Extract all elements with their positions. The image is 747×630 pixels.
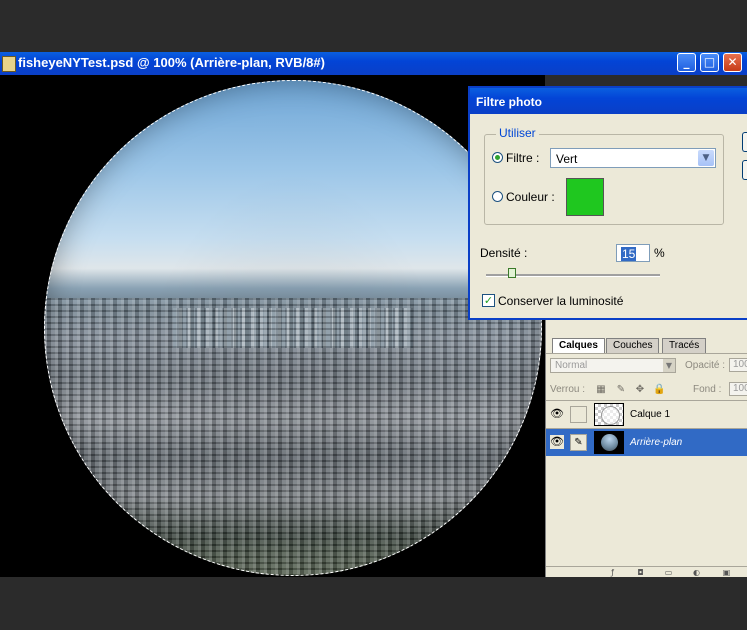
chevron-down-icon[interactable]: ▼ [698,150,714,166]
density-unit: % [654,246,665,260]
ok-button[interactable] [742,132,747,152]
desktop-bottom-area [0,577,747,630]
cancel-button[interactable] [742,160,747,180]
eye-icon[interactable]: 👁 [550,407,564,421]
photo-filter-dialog: Filtre photo Utiliser Filtre : Vert ▼ Co… [468,86,747,320]
layers-panel-footer: ƒ ◘ ▭ ◐ ▣ [546,566,747,577]
layer-name: Calque 1 [630,409,671,420]
maximize-button[interactable]: □ [700,53,719,72]
tab-channels[interactable]: Couches [606,338,660,353]
opacity-label: Opacité : [685,360,726,371]
opacity-input[interactable]: 100 [729,358,747,372]
eye-icon[interactable]: 👁 [550,435,564,449]
fill-label: Fond : [693,384,722,395]
document-canvas[interactable] [0,75,545,577]
brush-icon[interactable]: ✎ [570,434,587,451]
filter-radio-label: Filtre : [506,151,540,165]
layer-thumbnail [594,403,624,426]
lock-position-icon[interactable]: ✥ [634,384,646,396]
close-button[interactable]: ✕ [723,53,742,72]
lock-brush-icon[interactable]: ✎ [615,384,627,396]
psd-file-icon [2,56,16,72]
layer-style-icon[interactable]: ƒ [608,568,617,577]
desktop-top-area [0,0,747,52]
layer-mask-icon[interactable]: ◘ [636,568,645,577]
layer-thumbnail [594,431,624,454]
tab-divider [546,353,747,354]
layers-panel: Calques Couches Tracés Normal ▼ Opacité … [545,320,747,577]
filter-radio[interactable] [492,152,503,163]
preserve-luminosity-checkbox[interactable]: ✓ [482,294,495,307]
tab-layers[interactable]: Calques [552,338,605,353]
blend-mode-value: Normal [555,360,588,371]
new-layer-icon[interactable]: ▣ [722,568,731,577]
layer-name: Arrière-plan [630,437,683,448]
blend-mode-dropdown[interactable]: Normal ▼ [550,358,676,373]
density-input[interactable]: 15 [616,244,650,262]
lock-transparency-icon[interactable]: ▦ [595,384,607,396]
adjustment-layer-icon[interactable]: ◐ [692,568,701,577]
dialog-title: Filtre photo [476,95,542,109]
use-group-label: Utiliser [496,126,539,140]
document-title-bar[interactable]: fisheyeNYTest.psd @ 100% (Arrière-plan, … [0,52,747,75]
layer-row-selected[interactable]: 👁 ✎ Arrière-plan [546,429,747,456]
chevron-down-icon[interactable]: ▼ [663,359,675,372]
filter-dropdown[interactable]: Vert ▼ [550,148,716,168]
minimize-button[interactable]: _ [677,53,696,72]
lock-label: Verrou : [550,384,586,395]
document-title: fisheyeNYTest.psd @ 100% (Arrière-plan, … [18,55,325,70]
density-label: Densité : [480,246,528,260]
new-set-icon[interactable]: ▭ [664,568,673,577]
density-slider-thumb[interactable] [508,268,517,278]
tab-paths[interactable]: Tracés [662,338,707,353]
preserve-luminosity-label: Conserver la luminosité [498,294,624,308]
lock-all-icon[interactable]: 🔒 [653,384,665,396]
color-radio[interactable] [492,191,503,202]
density-value: 15 [621,247,637,261]
layer-row[interactable]: 👁 Calque 1 [546,401,747,428]
dialog-title-bar[interactable]: Filtre photo [470,88,747,114]
layer-link-box[interactable] [570,406,587,423]
color-radio-label: Couleur : [506,190,555,204]
city-detail [44,298,542,576]
fill-input[interactable]: 100 [729,382,747,396]
filter-dropdown-value: Vert [556,152,578,166]
color-swatch[interactable] [566,178,604,216]
